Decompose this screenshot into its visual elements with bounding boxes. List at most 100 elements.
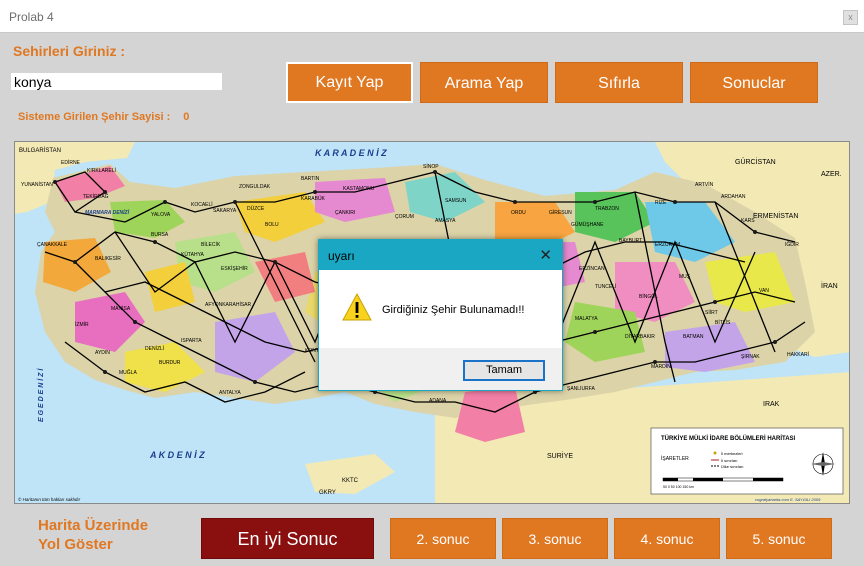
result-4-button[interactable]: 4. sonuc [614,518,720,559]
dialog-close-button[interactable]: ✕ [539,246,552,264]
city-label: MARDİN [651,363,671,370]
city-label: BAYBURT [619,238,642,244]
city-label: KÜTAHYA [181,251,205,258]
reset-button[interactable]: Sıfırla [555,62,683,103]
city-label: BURDUR [159,360,181,366]
city-label: ARDAHAN [721,194,746,200]
city-label: DÜZCE [247,205,265,212]
city-label: MANİSA [111,305,131,312]
best-result-button[interactable]: En iyi Sonuc [201,518,374,559]
city-label: KARABÜK [301,195,326,202]
city-label: AFYONKARAHİSAR [205,301,252,308]
city-label: DİYARBAKIR [625,333,655,340]
city-input[interactable] [11,73,222,90]
cities-label: Sehirleri Giriniz : [13,43,126,59]
legend-item-1: İl merkezleri [721,451,743,456]
country-label: SURİYE [547,451,573,460]
city-label: SAKARYA [213,208,237,214]
window-title: Prolab 4 [9,10,54,24]
alert-dialog: uyarı ✕ Girdiğiniz Şehir Bulunamadı!! Ta… [318,239,563,391]
city-label: ŞANLIURFA [567,386,595,392]
city-label: ŞIRNAK [741,354,760,360]
city-label: DENİZLİ [145,345,164,352]
city-label: RİZE [655,199,667,206]
legend-title: TÜRKİYE MÜLKİ İDARE BÖLÜMLERİ HARİTASI [661,435,796,442]
city-label: HAKKARİ [787,351,809,358]
save-button[interactable]: Kayıt Yap [286,62,413,103]
country-label: YUNANİSTAN [21,181,53,188]
city-label: EDİRNE [61,159,81,166]
city-label: MALATYA [575,316,598,322]
city-label: ANTALYA [219,390,241,396]
country-label: İRAN [821,281,838,290]
copyright-right: cografyaharita.com E. SAYGILI 2009 [755,497,821,502]
sea-label-north: K A R A D E N İ Z [315,148,387,158]
country-label: KKTC [342,478,359,484]
city-label: KASTAMONU [343,186,375,192]
result-5-button[interactable]: 5. sonuc [726,518,832,559]
city-label: IĞDIR [785,241,799,248]
map-route-label-line2: Yol Göster [38,536,113,553]
city-label: AYDIN [95,350,110,356]
city-count-row: Sisteme Girilen Şehir Sayisi : 0 [18,111,189,123]
map-route-label: Harita Üzerinde Yol Göster [38,516,148,554]
city-label: ISPARTA [181,338,202,344]
city-label: ÇANAKKALE [37,242,68,248]
city-label: ESKİŞEHİR [221,265,248,272]
city-label: ERZİNCAN [579,265,605,272]
country-label: IRAK [763,401,780,408]
city-label: YALOVA [151,212,171,218]
result-3-button[interactable]: 3. sonuc [502,518,608,559]
sea-label-west: E G E D E N İ Z İ [37,368,45,422]
window-close-button[interactable]: x [843,10,858,25]
legend-scale: 50 0 50 100 150 km [663,485,694,489]
country-label: ERMENİSTAN [753,211,798,220]
city-label: ADANA [429,398,447,404]
city-label: BİNGÖL [639,293,658,300]
ok-button[interactable]: Tamam [463,360,545,381]
city-label: ÇORUM [395,214,414,220]
city-label: ERZURUM [655,242,680,248]
city-label: ARTVİN [695,181,714,188]
city-label: ORDU [511,210,526,216]
copyright-left: © Haritanın tüm hakları saklıdır [18,496,81,502]
city-label: KARS [741,218,755,224]
city-label: AMASYA [435,218,456,224]
city-label: TUNCELİ [595,283,616,290]
city-label: BARTIN [301,176,320,182]
city-label: ZONGULDAK [239,184,271,190]
city-label: TRABZON [595,206,619,212]
country-label: BULGARİSTAN [19,147,61,154]
city-label: GÜMÜŞHANE [571,221,604,228]
city-label: BATMAN [683,334,704,340]
result-2-button[interactable]: 2. sonuc [390,518,496,559]
warning-icon [342,292,372,321]
map-route-label-line1: Harita Üzerinde [38,517,149,534]
dialog-title-bar: uyarı ✕ [319,240,562,270]
title-bar: Prolab 4 x [0,0,864,33]
city-label: GİRESUN [549,209,572,216]
city-label: SİİRT [705,309,718,316]
city-label: SİNOP [423,163,439,170]
country-label: AZER. [821,171,842,178]
city-label: BİTLİS [715,319,731,326]
city-label: BALIKESİR [95,255,121,262]
city-label: KOCAELİ [191,201,213,208]
legend-item-3: Ülke sınırları [721,464,743,469]
city-label: MUŞ [679,274,691,280]
dialog-footer: Tamam [319,348,562,390]
city-label: BİLECİK [201,241,221,248]
search-button[interactable]: Arama Yap [420,62,548,103]
legend-isaretler: İŞARETLER [661,455,689,462]
results-button[interactable]: Sonuclar [690,62,818,103]
dialog-title: uyarı [328,249,355,263]
city-label: BOLU [265,222,279,228]
city-label: KIRKLARELİ [87,167,116,174]
sea-label-marmara: MARMARA DENİZİ [85,209,130,216]
city-count-value: 0 [183,111,190,123]
city-label: TEKİRDAĞ [83,193,109,200]
city-label: MUĞLA [119,369,137,376]
city-label: BURSA [151,232,169,238]
city-label: VAN [759,288,769,294]
city-count-label: Sisteme Girilen Şehir Sayisi : [18,111,171,123]
